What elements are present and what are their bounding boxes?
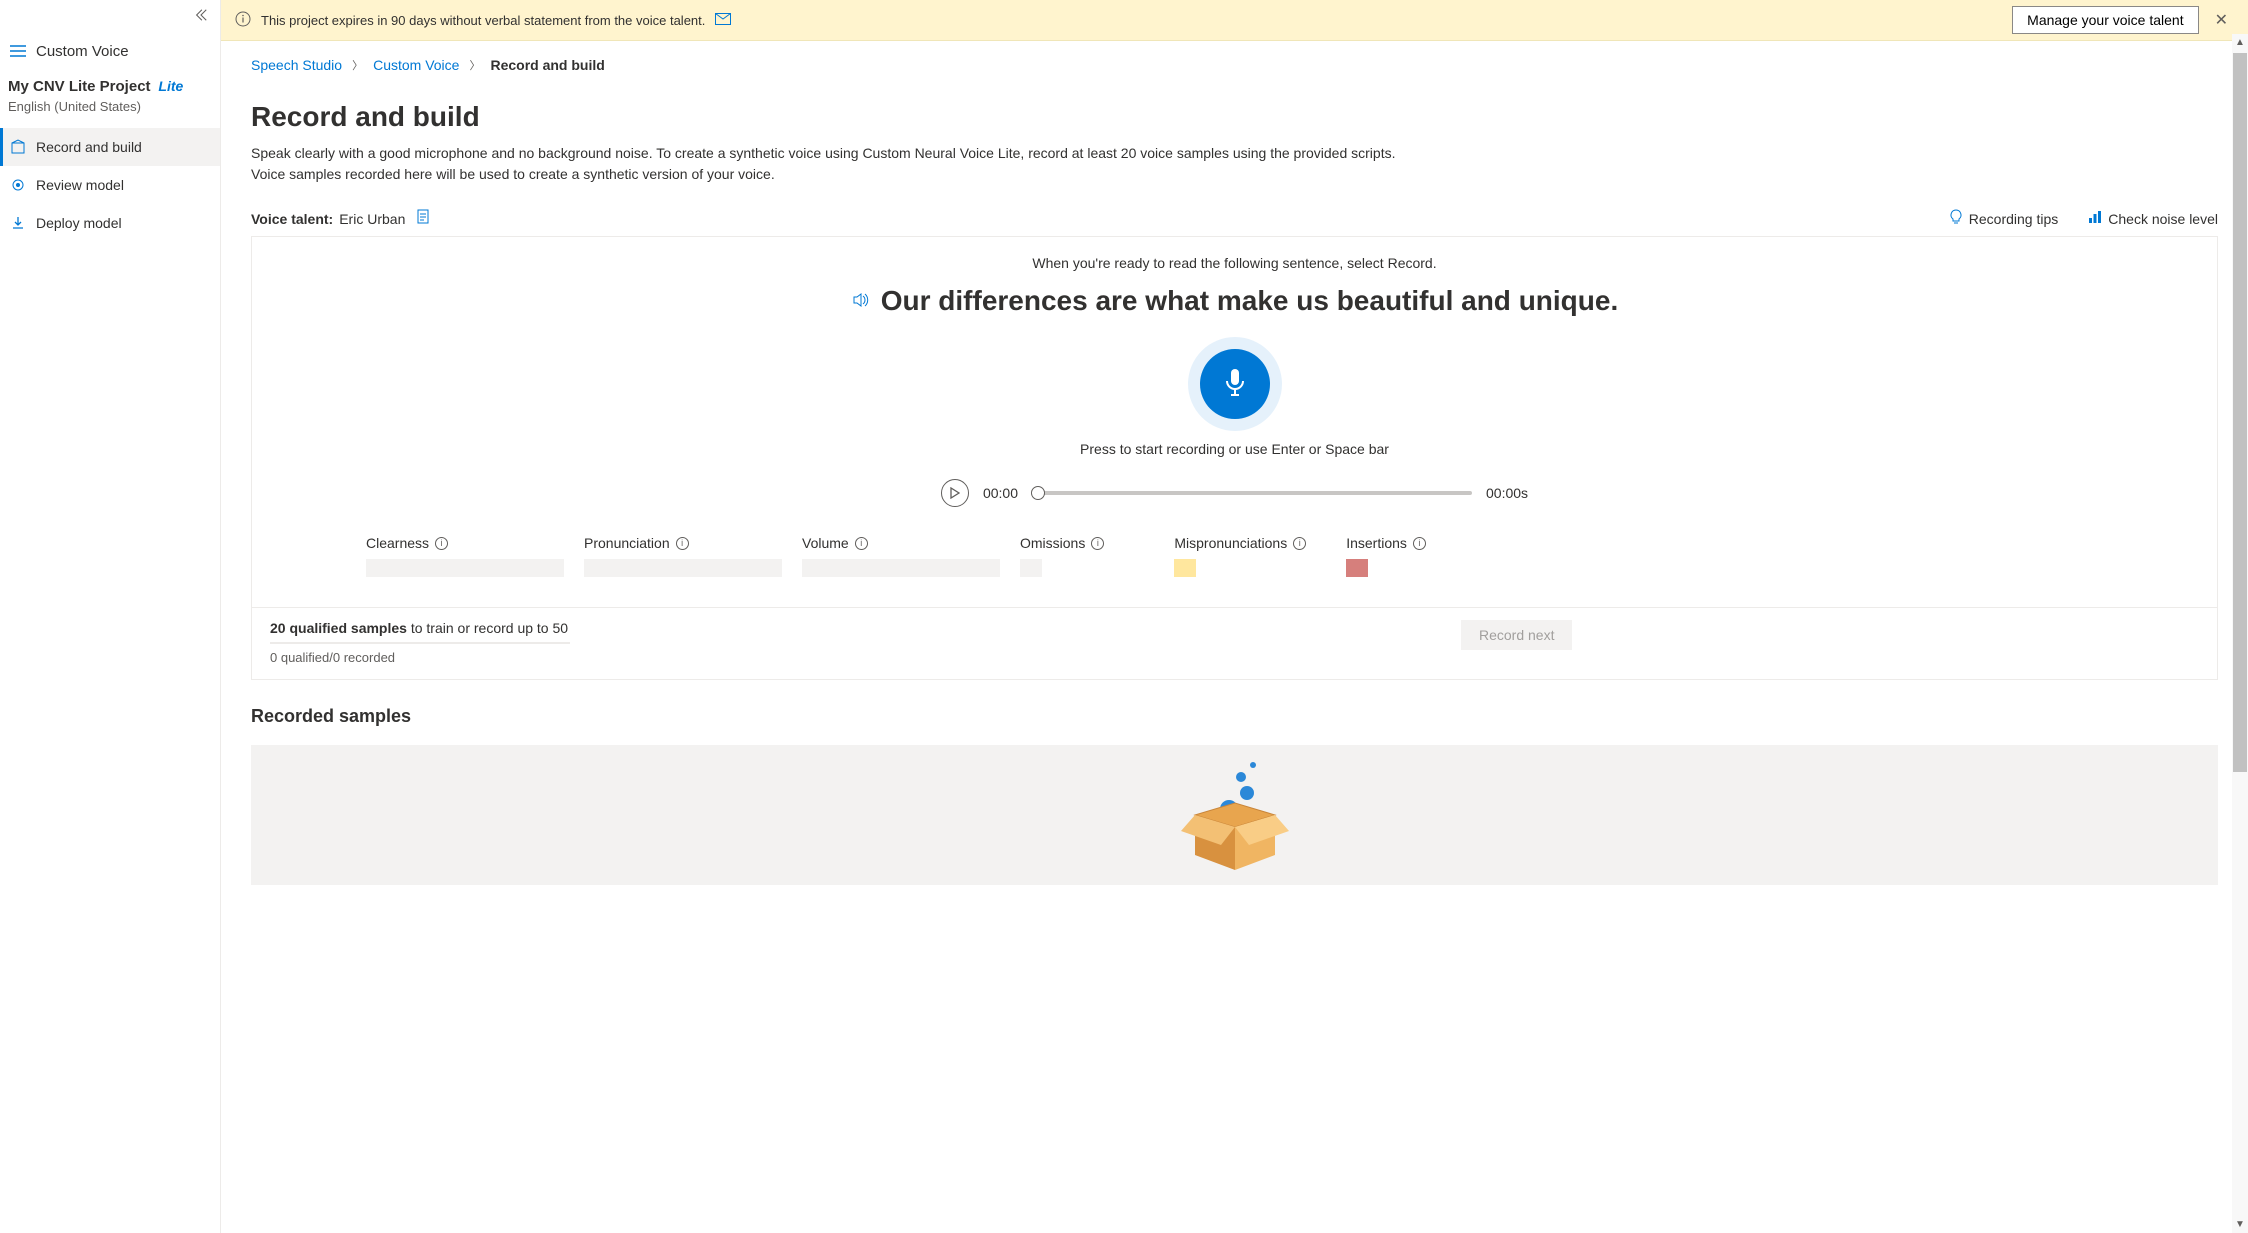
record-next-button[interactable]: Record next: [1461, 620, 1572, 650]
recording-tips-link[interactable]: Recording tips: [1949, 209, 2059, 228]
record-hint: Press to start recording or use Enter or…: [282, 441, 2187, 457]
page-title: Record and build: [251, 101, 2218, 133]
scroll-down-icon[interactable]: ▼: [2235, 1216, 2245, 1233]
info-icon[interactable]: i: [435, 537, 448, 550]
project-language: English (United States): [8, 99, 212, 114]
info-icon[interactable]: i: [1293, 537, 1306, 550]
check-noise-link[interactable]: Check noise level: [2088, 210, 2218, 227]
project-header: My CNV Lite Project Lite English (United…: [0, 78, 220, 128]
scroll-up-icon[interactable]: ▲: [2235, 34, 2245, 51]
nav-review-model[interactable]: Review model: [0, 166, 220, 204]
notice-text: This project expires in 90 days without …: [261, 13, 705, 28]
nav-deploy-model[interactable]: Deploy model: [0, 204, 220, 242]
scrollbar[interactable]: ▲ ▼: [2232, 34, 2248, 1233]
notice-bar: This project expires in 90 days without …: [221, 0, 2248, 41]
breadcrumb-speech-studio[interactable]: Speech Studio: [251, 57, 342, 73]
close-notice-icon[interactable]: ✕: [2209, 10, 2234, 30]
metric-mispronunciations-bar: [1174, 559, 1196, 577]
mail-icon[interactable]: [715, 13, 731, 28]
seek-track[interactable]: [1032, 491, 1472, 495]
scrollbar-thumb[interactable]: [2233, 53, 2247, 772]
breadcrumb-custom-voice[interactable]: Custom Voice: [373, 57, 459, 73]
record-button[interactable]: [1188, 337, 1282, 431]
nav-label: Review model: [36, 177, 124, 193]
metric-clearness-label: Clearness: [366, 535, 429, 551]
play-button[interactable]: [941, 479, 969, 507]
info-icon[interactable]: i: [676, 537, 689, 550]
metric-insertions-label: Insertions: [1346, 535, 1407, 551]
voice-talent-name: Eric Urban: [339, 211, 405, 227]
samples-required: 20 qualified samples to train or record …: [270, 620, 1235, 636]
metric-mispronunciations-label: Mispronunciations: [1174, 535, 1287, 551]
bars-icon: [2088, 210, 2102, 227]
time-current: 00:00: [983, 485, 1018, 501]
manage-voice-talent-button[interactable]: Manage your voice talent: [2012, 6, 2198, 34]
info-icon[interactable]: i: [1091, 537, 1104, 550]
audio-player: 00:00 00:00s: [282, 479, 2187, 507]
breadcrumb: Speech Studio 〉 Custom Voice 〉 Record an…: [251, 41, 2218, 83]
info-icon: [235, 11, 251, 30]
nav-label: Record and build: [36, 139, 142, 155]
box-icon: [10, 139, 26, 155]
speaker-icon[interactable]: [851, 291, 869, 312]
lite-badge: Lite: [158, 78, 183, 94]
recorded-samples-title: Recorded samples: [251, 706, 2218, 727]
nav-record-and-build[interactable]: Record and build: [0, 128, 220, 166]
project-name: My CNV Lite Project: [8, 78, 151, 95]
app-title: Custom Voice: [36, 43, 129, 60]
empty-box-illustration-icon: [1175, 755, 1295, 885]
microphone-icon: [1222, 367, 1248, 402]
metric-omissions-label: Omissions: [1020, 535, 1085, 551]
breadcrumb-current: Record and build: [490, 57, 604, 73]
samples-progress-bar: [270, 642, 570, 644]
info-icon[interactable]: i: [1413, 537, 1426, 550]
metric-pronunciation-bar: [584, 559, 782, 577]
time-total: 00:00s: [1486, 485, 1528, 501]
info-icon[interactable]: i: [855, 537, 868, 550]
metric-pronunciation-label: Pronunciation: [584, 535, 670, 551]
page-description: Speak clearly with a good microphone and…: [251, 143, 1411, 185]
main-content: This project expires in 90 days without …: [221, 0, 2248, 1233]
metric-clearness-bar: [366, 559, 564, 577]
metric-volume-bar: [802, 559, 1000, 577]
chevron-right-icon: 〉: [352, 57, 363, 73]
recorded-samples-empty: [251, 745, 2218, 885]
metric-insertions-bar: [1346, 559, 1368, 577]
ready-prompt: When you're ready to read the following …: [282, 255, 2187, 271]
script-sentence: Our differences are what make us beautif…: [881, 285, 1619, 317]
nav-label: Deploy model: [36, 215, 122, 231]
collapse-sidebar-icon[interactable]: [194, 8, 208, 25]
lightbulb-icon: [1949, 209, 1963, 228]
record-card: When you're ready to read the following …: [251, 236, 2218, 680]
deploy-icon: [10, 215, 26, 231]
menu-icon[interactable]: [10, 44, 26, 60]
metric-omissions-bar: [1020, 559, 1042, 577]
voice-talent-label: Voice talent:: [251, 211, 333, 227]
seek-thumb[interactable]: [1031, 486, 1045, 500]
document-icon[interactable]: [417, 209, 431, 228]
sidebar-nav: Record and build Review model Deploy mod…: [0, 128, 220, 242]
chevron-right-icon: 〉: [469, 57, 480, 73]
sidebar: Custom Voice My CNV Lite Project Lite En…: [0, 0, 221, 1233]
review-icon: [10, 177, 26, 193]
samples-status: 0 qualified/0 recorded: [270, 650, 1235, 665]
metric-volume-label: Volume: [802, 535, 849, 551]
